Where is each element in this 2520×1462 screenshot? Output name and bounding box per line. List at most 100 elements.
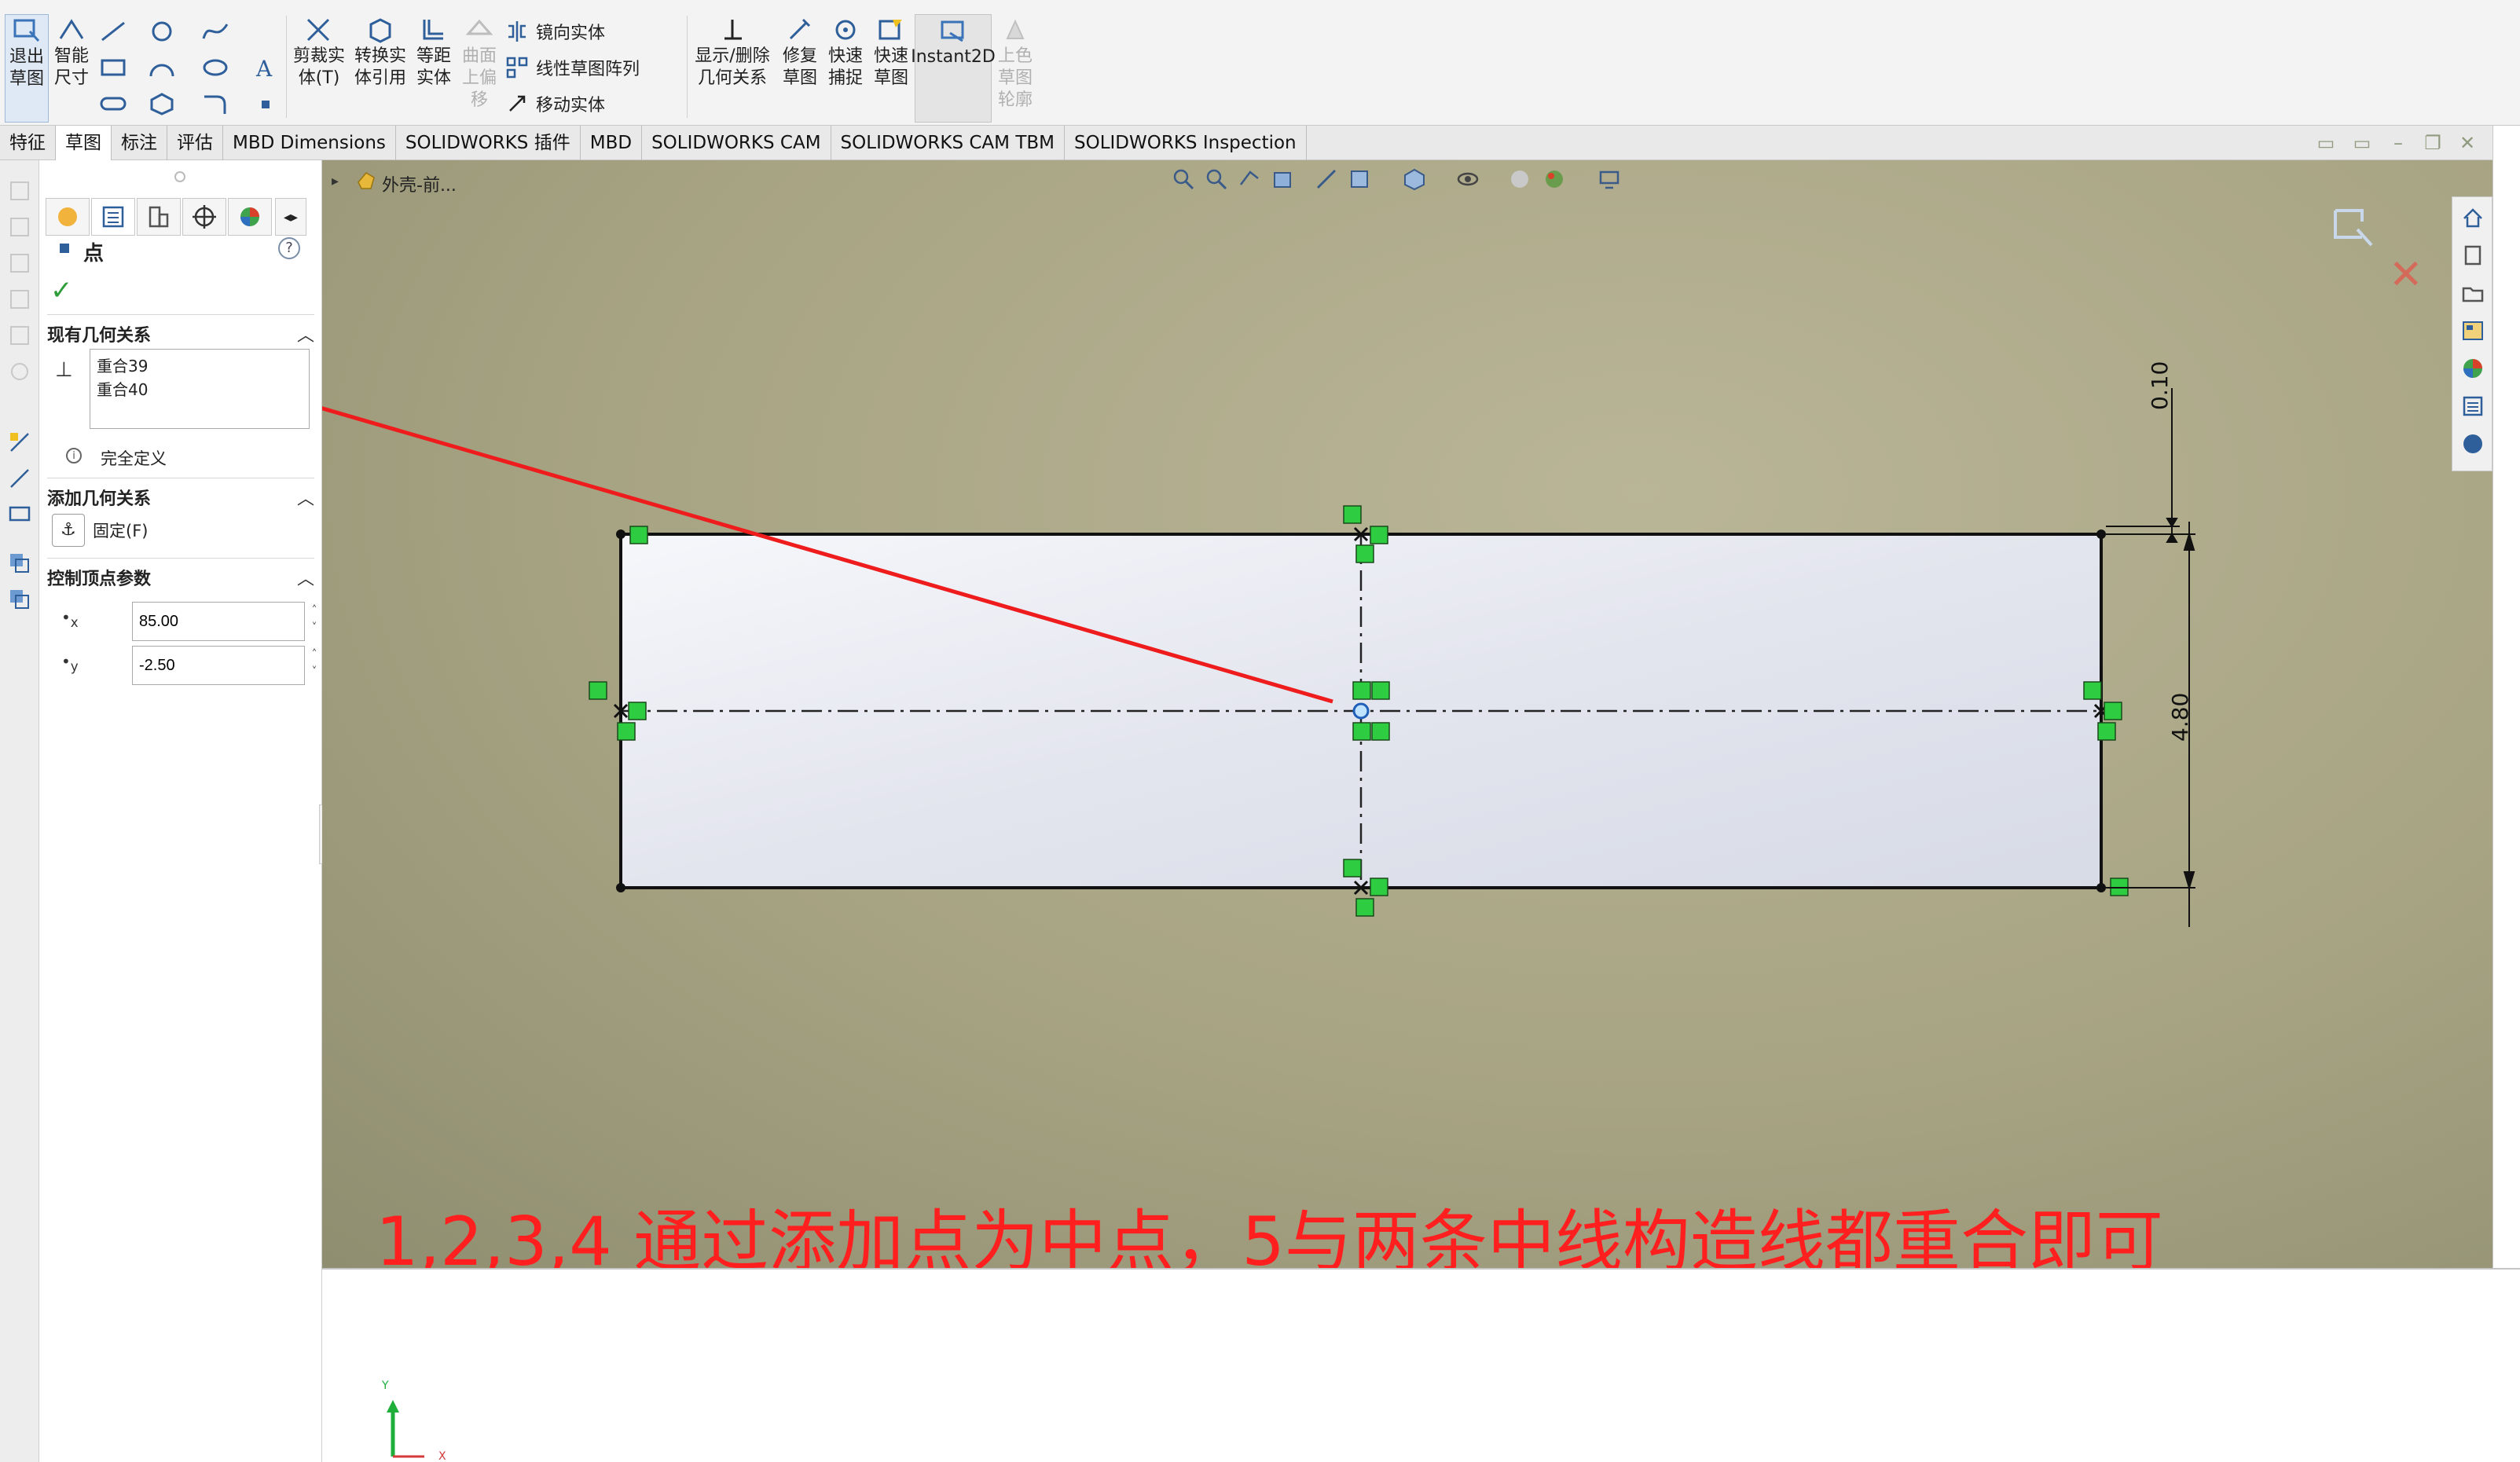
instant2d-button[interactable]: Instant2D bbox=[911, 14, 996, 123]
file-explorer-icon[interactable] bbox=[2457, 277, 2489, 309]
restore-icon[interactable]: ❐ bbox=[2420, 132, 2445, 154]
display-style-icon[interactable] bbox=[1400, 165, 1429, 193]
x-coordinate-field[interactable] bbox=[132, 602, 305, 641]
rectangle-icon[interactable] bbox=[96, 52, 130, 83]
dimension-value-top[interactable]: 0.10 bbox=[2147, 361, 2173, 410]
dynamic-annotation-icon[interactable] bbox=[1312, 165, 1341, 193]
home-icon[interactable] bbox=[2457, 202, 2489, 233]
view-palette-icon[interactable] bbox=[2457, 315, 2489, 346]
quick-snaps-button[interactable]: 快速 捕捉 bbox=[823, 14, 868, 90]
arc-icon[interactable] bbox=[145, 52, 179, 83]
solidworks-resources-icon[interactable] bbox=[2457, 428, 2489, 460]
viewport-split-icon[interactable]: ▭ bbox=[2349, 132, 2375, 154]
relations-list[interactable]: 重合39 重合40 bbox=[90, 349, 310, 429]
circle-icon[interactable] bbox=[145, 16, 179, 47]
line-icon[interactable] bbox=[96, 16, 130, 47]
text-icon[interactable]: A bbox=[248, 52, 283, 83]
previous-view-icon[interactable] bbox=[1235, 165, 1264, 193]
collapse-chevron-icon[interactable]: ︿ bbox=[297, 565, 314, 590]
point-icon[interactable] bbox=[248, 88, 283, 119]
apply-scene-icon[interactable] bbox=[1540, 165, 1568, 193]
ok-checkmark-button[interactable]: ✓ bbox=[50, 275, 73, 306]
view-orientation-icon[interactable] bbox=[1345, 165, 1374, 193]
tab-solidworks-cam-tbm[interactable]: SOLIDWORKS CAM TBM bbox=[831, 126, 1065, 160]
graphics-viewport[interactable]: ▸ 外壳-前... 0.10 4.80 ✕ 1,2,3,4 通过添加点为中点，5… bbox=[322, 160, 2520, 1268]
close-icon[interactable]: ✕ bbox=[2455, 132, 2480, 154]
display-delete-relations-button[interactable]: 显示/删除 几何关系 bbox=[688, 14, 776, 90]
ellipse-icon[interactable] bbox=[198, 52, 233, 83]
sketch-tool-icon[interactable] bbox=[5, 584, 35, 614]
slot-icon[interactable] bbox=[96, 88, 130, 119]
sketch-tool-icon[interactable] bbox=[5, 176, 35, 206]
y-coordinate-field[interactable] bbox=[132, 646, 305, 685]
rapid-sketch-button[interactable]: 快速 草图 bbox=[869, 14, 913, 90]
add-relations-header[interactable]: 添加几何关系 ︿ bbox=[47, 478, 314, 510]
trim-entities-button[interactable]: 剪裁实 体(T) bbox=[289, 14, 349, 90]
list-item[interactable]: 重合40 bbox=[97, 378, 303, 401]
minimize-icon[interactable]: – bbox=[2386, 132, 2411, 154]
tab-evaluate[interactable]: 评估 bbox=[167, 126, 223, 160]
sketch-tool-icon[interactable] bbox=[5, 548, 35, 578]
tab-property-manager[interactable] bbox=[91, 198, 135, 236]
sketch-tool-icon[interactable] bbox=[5, 212, 35, 242]
offset-entities-button[interactable]: 等距 实体 bbox=[412, 14, 456, 90]
point-parameters-header[interactable]: 控制顶点参数 ︿ bbox=[47, 558, 314, 590]
repair-sketch-button[interactable]: 修复 草图 bbox=[778, 14, 822, 90]
section-view-icon[interactable] bbox=[1268, 165, 1297, 193]
move-entities-button[interactable]: 移动实体 bbox=[503, 90, 605, 118]
polygon-icon[interactable] bbox=[145, 88, 179, 119]
fillet-icon[interactable] bbox=[198, 88, 233, 119]
tab-configuration-manager[interactable] bbox=[137, 198, 181, 236]
exit-sketch-button[interactable]: 退出 草图 bbox=[5, 14, 49, 123]
surface-offset-button[interactable]: 曲面 上偏 移 bbox=[457, 14, 501, 112]
appearances-icon[interactable] bbox=[2457, 353, 2489, 384]
viewport-tile-icon[interactable]: ▭ bbox=[2313, 132, 2338, 154]
y-spinner[interactable]: ˄ ˅ bbox=[306, 646, 322, 685]
tab-markup[interactable]: 标注 bbox=[112, 126, 167, 160]
x-spinner[interactable]: ˄ ˅ bbox=[306, 602, 322, 641]
existing-relations-header[interactable]: 现有几何关系 ︿ bbox=[47, 314, 314, 346]
linear-sketch-pattern-button[interactable]: 线性草图阵列 bbox=[503, 53, 640, 82]
smart-dimension-button[interactable]: 智能 尺寸 bbox=[50, 14, 93, 90]
design-library-icon[interactable] bbox=[2457, 240, 2489, 271]
list-item[interactable]: 重合39 bbox=[97, 354, 303, 378]
view-settings-icon[interactable] bbox=[1595, 165, 1623, 193]
tab-scroll-arrows[interactable]: ◂▸ bbox=[275, 198, 306, 236]
fix-relation-button[interactable]: ⚓ 固定(F) bbox=[52, 512, 288, 548]
sketch-tool-icon[interactable] bbox=[5, 248, 35, 278]
tab-solidworks-inspection[interactable]: SOLIDWORKS Inspection bbox=[1065, 126, 1307, 160]
tab-sketch[interactable]: 草图 bbox=[56, 126, 112, 160]
linear-pattern-icon bbox=[503, 53, 531, 82]
sketch-tool-icon[interactable] bbox=[5, 464, 35, 493]
mirror-entities-button[interactable]: 镜向实体 bbox=[503, 17, 605, 46]
sketch-tool-icon[interactable] bbox=[5, 357, 35, 387]
tab-solidworks-cam[interactable]: SOLIDWORKS CAM bbox=[642, 126, 831, 160]
confirmation-corner-cancel[interactable]: ✕ bbox=[2389, 255, 2423, 295]
dimension-value-right[interactable]: 4.80 bbox=[2167, 693, 2193, 742]
spline-icon[interactable] bbox=[198, 16, 233, 47]
collapse-chevron-icon[interactable]: ︿ bbox=[297, 321, 314, 346]
help-button[interactable]: ? bbox=[278, 237, 300, 259]
zoom-to-area-icon[interactable] bbox=[1202, 165, 1231, 193]
sketch-tool-icon[interactable] bbox=[5, 321, 35, 350]
hide-show-items-icon[interactable] bbox=[1454, 165, 1482, 193]
zoom-to-fit-icon[interactable] bbox=[1169, 165, 1198, 193]
shaded-sketch-contours-button[interactable]: 上色 草图 轮廓 bbox=[993, 14, 1037, 112]
sketch-tool-icon[interactable] bbox=[5, 500, 35, 529]
convert-entities-button[interactable]: 转换实 体引用 bbox=[350, 14, 410, 90]
tab-features[interactable]: 特征 bbox=[0, 126, 56, 160]
tab-mbd[interactable]: MBD bbox=[581, 126, 643, 160]
annotation-note: 1,2,3,4 通过添加点为中点，5与两条中线构造线都重合即可 bbox=[376, 1203, 2163, 1268]
tab-mbd-dimensions[interactable]: MBD Dimensions bbox=[223, 126, 396, 160]
tab-solidworks-addins[interactable]: SOLIDWORKS 插件 bbox=[396, 126, 581, 160]
tab-dimxpert-manager[interactable] bbox=[182, 198, 226, 236]
collapse-chevron-icon[interactable]: ︿ bbox=[297, 485, 314, 510]
panel-grip[interactable] bbox=[174, 171, 185, 182]
edit-appearance-icon[interactable] bbox=[1506, 165, 1534, 193]
confirmation-corner-exit-sketch[interactable] bbox=[2331, 206, 2393, 253]
sketch-tool-icon[interactable] bbox=[5, 427, 35, 457]
tab-display-manager[interactable] bbox=[228, 198, 272, 236]
tab-feature-manager[interactable] bbox=[46, 198, 90, 236]
sketch-tool-icon[interactable] bbox=[5, 284, 35, 314]
custom-properties-icon[interactable] bbox=[2457, 390, 2489, 422]
